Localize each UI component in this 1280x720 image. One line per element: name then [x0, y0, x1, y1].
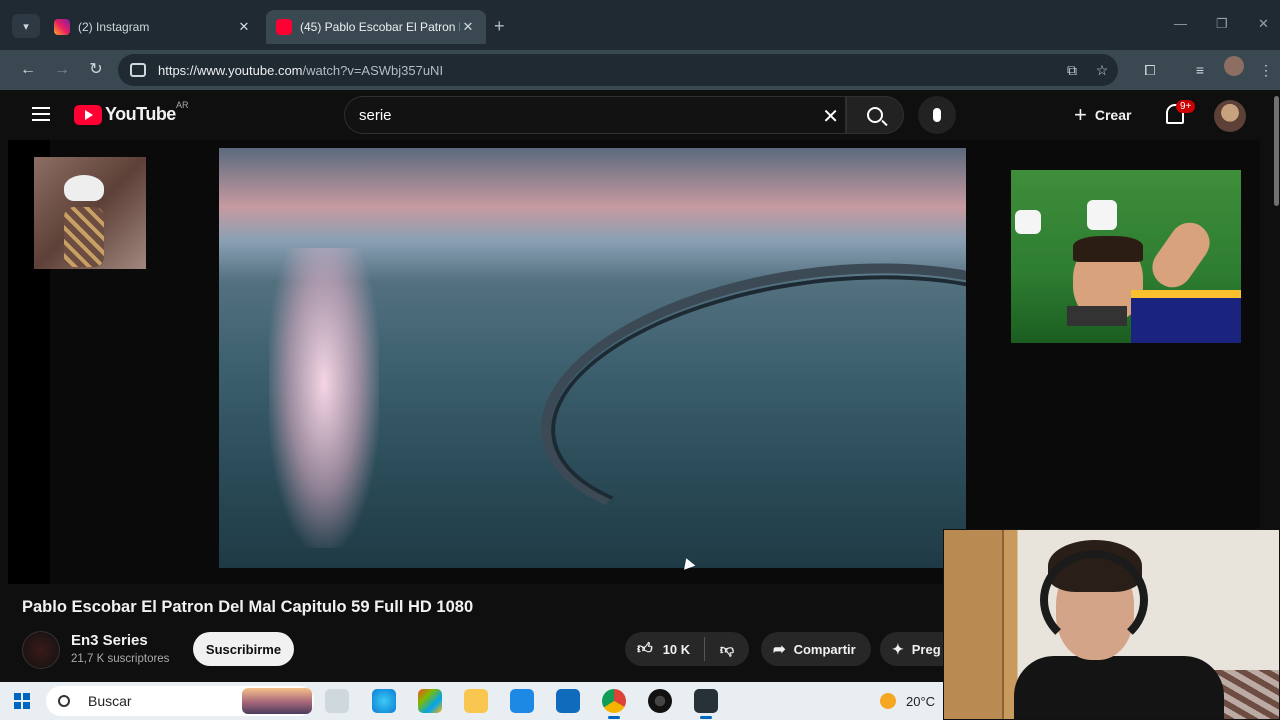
share-icon: ➦	[773, 641, 786, 658]
tab-youtube[interactable]: (45) Pablo Escobar El Patron De ✕	[266, 10, 486, 44]
task-view-icon[interactable]	[325, 689, 349, 713]
back-icon[interactable]: ←	[16, 58, 40, 82]
headset-icon	[1040, 550, 1148, 650]
edge-icon[interactable]	[372, 689, 396, 713]
tab-title: (2) Instagram	[78, 20, 150, 34]
search-input[interactable]: serie ✕	[344, 96, 846, 134]
dislike-button[interactable]: 👎︎	[705, 641, 749, 658]
overlay-thumbnail-left	[34, 157, 146, 269]
youtube-icon	[276, 19, 292, 35]
bookmark-star-icon[interactable]: ☆	[1092, 60, 1112, 80]
copilot-icon[interactable]	[418, 689, 442, 713]
region-code: AR	[176, 100, 189, 110]
new-tab-button[interactable]: +	[494, 16, 505, 37]
overlay-thumbnail-right	[1011, 170, 1241, 343]
menu-icon[interactable]	[32, 107, 50, 121]
obs-icon[interactable]	[648, 689, 672, 713]
video-player[interactable]	[219, 148, 966, 568]
youtube-logo[interactable]: YouTube AR	[74, 100, 189, 125]
search-query: serie	[359, 106, 392, 124]
voice-search-button[interactable]	[918, 96, 956, 134]
windows-start-icon[interactable]	[14, 693, 30, 709]
search-icon	[867, 107, 883, 123]
close-tab-icon[interactable]: ✕	[460, 19, 476, 35]
file-explorer-icon[interactable]	[464, 689, 488, 713]
windows-taskbar: Buscar 20°C	[0, 682, 943, 720]
instagram-icon	[54, 19, 70, 35]
forward-icon[interactable]: →	[50, 58, 74, 82]
capture-app-icon[interactable]	[694, 689, 718, 719]
ask-label: Preg	[911, 641, 941, 657]
channel-name[interactable]: En3 Series	[71, 632, 148, 649]
account-avatar[interactable]	[1214, 100, 1246, 132]
wooden-door	[944, 530, 1004, 719]
temperature: 20°C	[906, 693, 936, 709]
webcam-overlay	[943, 529, 1280, 720]
browser-profile-avatar[interactable]	[1224, 56, 1244, 76]
shoe-shape	[1087, 200, 1117, 230]
taskbar-search-label: Buscar	[88, 693, 132, 709]
close-tab-icon[interactable]: ✕	[236, 19, 252, 35]
scrollbar-thumb[interactable]	[1274, 96, 1279, 206]
video-title: Pablo Escobar El Patron Del Mal Capitulo…	[22, 598, 474, 616]
youtube-play-icon	[74, 104, 102, 125]
clear-search-icon[interactable]: ✕	[822, 104, 839, 129]
browser-toolbar: ← → ↻ https://www.youtube.com/watch?v=AS…	[0, 50, 1280, 90]
like-count: 10 K	[662, 641, 691, 657]
moon-icon	[880, 693, 896, 709]
subscriber-count: 21,7 K suscriptores	[71, 653, 170, 665]
taskbar-search[interactable]: Buscar	[46, 686, 314, 716]
browser-menu-icon[interactable]: ⋮	[1256, 60, 1276, 80]
streamer-body	[1014, 656, 1224, 719]
create-button[interactable]: + Crear	[1074, 99, 1131, 131]
close-window-icon[interactable]: ✕	[1258, 16, 1269, 32]
channel-avatar[interactable]	[22, 631, 60, 669]
extensions-icon[interactable]: ⧠	[1140, 60, 1160, 80]
microphone-icon	[933, 108, 941, 122]
reload-icon[interactable]: ↻	[84, 58, 108, 82]
plus-icon: +	[1074, 102, 1087, 127]
restore-icon[interactable]: ❐	[1216, 16, 1228, 32]
search-button[interactable]	[846, 96, 904, 134]
search-icon	[58, 695, 70, 707]
outlook-icon[interactable]	[556, 689, 580, 713]
player-shirt	[1131, 290, 1241, 343]
browser-tab-strip: ▾ (2) Instagram ✕ (45) Pablo Escobar El …	[0, 0, 1280, 50]
sparkle-icon: ✦	[892, 640, 904, 657]
hand-shape	[1144, 214, 1218, 296]
search-highlight-image	[242, 688, 312, 714]
logo-wordmark: YouTube	[105, 104, 176, 124]
thumbs-up-icon: 👍︎	[637, 640, 653, 657]
url-host: https://www.youtube.com	[158, 62, 303, 78]
create-label: Crear	[1094, 107, 1132, 123]
subscribe-button[interactable]: Suscribirme	[193, 632, 294, 666]
share-label: Compartir	[793, 641, 856, 657]
address-bar[interactable]: https://www.youtube.com/watch?v=ASWbj357…	[118, 54, 1118, 86]
tab-instagram[interactable]: (2) Instagram ✕	[44, 10, 262, 44]
shoe-shape	[1015, 210, 1041, 234]
like-button[interactable]: 👍︎ 10 K	[625, 637, 705, 661]
notification-badge: 9+	[1176, 100, 1196, 113]
like-dislike-group: 👍︎ 10 K 👎︎	[625, 632, 749, 666]
tab-title: (45) Pablo Escobar El Patron De	[300, 20, 460, 34]
scoreboard-graphic	[1067, 306, 1127, 326]
weather-widget[interactable]: 20°C	[880, 693, 935, 709]
media-control-icon[interactable]: ≡	[1190, 60, 1210, 80]
chrome-icon[interactable]	[602, 689, 626, 719]
microsoft-store-icon[interactable]	[510, 689, 534, 713]
tab-search-button[interactable]: ▾	[12, 14, 40, 38]
url-path: /watch?v=ASWbj357uNI	[302, 62, 444, 78]
site-info-icon[interactable]	[130, 63, 146, 77]
player-hair	[1073, 236, 1143, 262]
youtube-header: YouTube AR serie ✕ + Crear 9+	[8, 90, 1280, 140]
install-app-icon[interactable]: ⧉	[1062, 60, 1082, 80]
sun-reflection	[269, 248, 379, 548]
minimize-icon[interactable]: —	[1174, 16, 1187, 31]
share-button[interactable]: ➦ Compartir	[761, 632, 871, 666]
